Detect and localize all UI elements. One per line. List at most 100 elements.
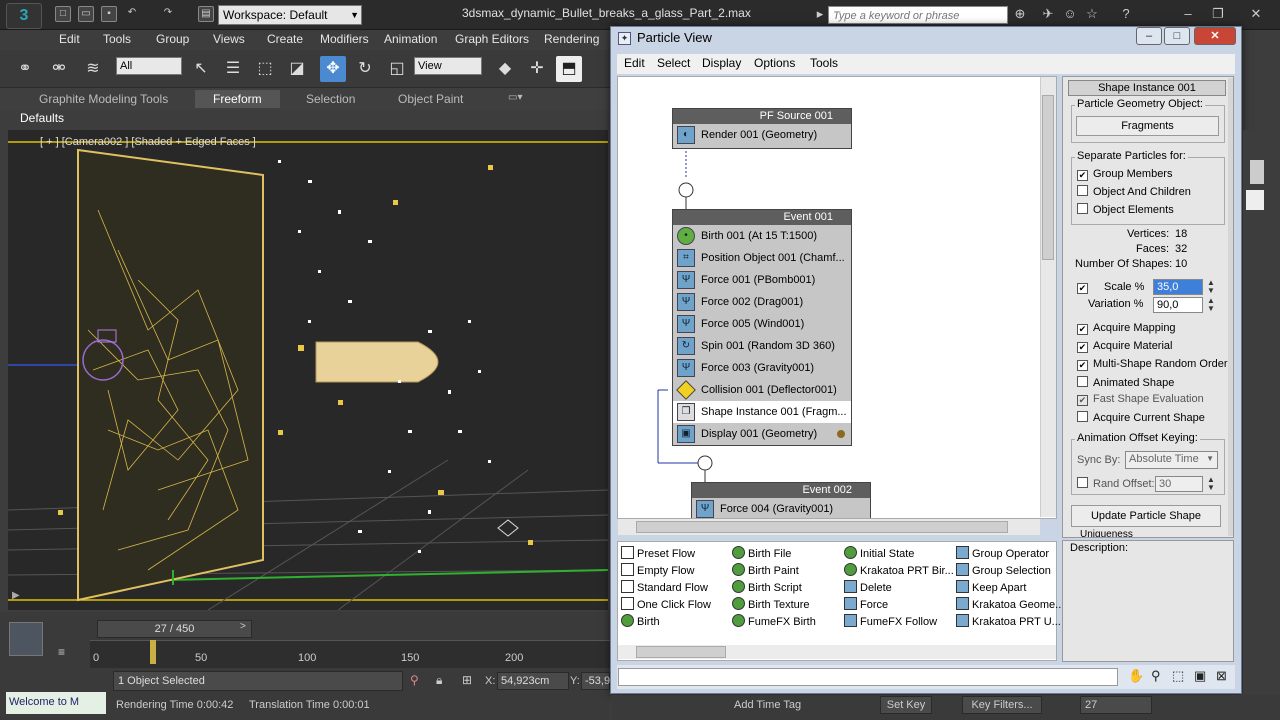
depot-item[interactable]: Birth Paint <box>732 563 799 577</box>
menu-animation[interactable]: Animation <box>384 32 437 46</box>
bind-space-warp-icon[interactable]: ≋ <box>80 56 106 82</box>
fast-shape-evaluation-checkbox[interactable]: ✔ Fast Shape Evaluation <box>1077 393 1204 406</box>
depot-item[interactable]: Birth Texture <box>732 597 810 611</box>
scroll-thumb[interactable] <box>636 521 1008 533</box>
operator-position-object[interactable]: ⌗ Position Object 001 (Chamf... <box>673 247 851 269</box>
help-icon[interactable]: ? <box>1118 6 1134 22</box>
event-001-header[interactable]: Event 001 <box>673 210 851 225</box>
y-coord-field[interactable]: -53,9 <box>581 672 610 690</box>
pin-icon[interactable]: ⚲ <box>410 673 419 687</box>
acquire-material-checkbox[interactable]: ✔ Acquire Material <box>1077 340 1172 353</box>
menu-modifiers[interactable]: Modifiers <box>320 32 369 46</box>
depot-item[interactable]: Delete <box>844 580 892 594</box>
person-icon[interactable]: ☺ <box>1062 6 1078 22</box>
spinner-arrows-icon[interactable]: ▲ ▼ <box>1207 297 1215 313</box>
scale-checkbox[interactable]: ✔ <box>1077 281 1093 294</box>
scroll-thumb[interactable] <box>636 646 726 658</box>
spinner-arrows-icon[interactable]: ▲ ▼ <box>1207 476 1215 492</box>
binoculars-icon[interactable]: ⊕ <box>1012 6 1028 22</box>
track-bar-icon[interactable]: ≡ <box>58 645 65 659</box>
add-time-tag[interactable]: Add Time Tag <box>734 699 801 711</box>
keyboard-shortcut-icon[interactable]: ⬒ <box>556 56 582 82</box>
search-input[interactable]: Type a keyword or phrase <box>828 6 1008 24</box>
tab-freeform[interactable]: Freeform <box>195 90 280 108</box>
update-particle-shape-button[interactable]: Update Particle Shape <box>1071 505 1221 527</box>
next-frame-icon[interactable]: > <box>240 621 246 632</box>
menu-edit[interactable]: Edit <box>59 32 80 46</box>
depot-item[interactable]: One Click Flow <box>621 597 711 611</box>
event-001-node[interactable]: Event 001 • Birth 001 (At 15 T:1500) ⌗ Pos… <box>672 209 852 446</box>
scale-spinner[interactable]: 35,0 <box>1153 279 1203 295</box>
communication-center-icon[interactable]: ✈ <box>1040 6 1056 22</box>
scroll-thumb[interactable] <box>1042 95 1054 260</box>
group-members-checkbox[interactable]: ✔ Group Members <box>1077 168 1172 181</box>
viewport-scene[interactable] <box>8 130 608 610</box>
depot-item[interactable]: FumeFX Birth <box>732 614 816 628</box>
menu-tools[interactable]: Tools <box>103 32 131 46</box>
project-folder-icon[interactable]: ▤ <box>198 6 214 22</box>
object-and-children-checkbox[interactable]: Object And Children <box>1077 185 1191 198</box>
pv-menu-select[interactable]: Select <box>657 56 690 70</box>
menu-rendering[interactable]: Rendering <box>544 32 599 46</box>
menu-create[interactable]: Create <box>267 32 303 46</box>
operator-spin[interactable]: ↻ Spin 001 (Random 3D 360) <box>673 335 851 357</box>
pivot-center-icon[interactable]: ◆ <box>492 56 518 82</box>
zoom-icon[interactable]: ⚲ <box>1151 668 1161 684</box>
arrow-right-icon[interactable]: ▸ <box>812 6 828 22</box>
rect-selection-icon[interactable]: ⬚ <box>252 56 278 82</box>
variation-spinner[interactable]: 90,0 <box>1153 297 1203 313</box>
pv-menu-options[interactable]: Options <box>754 56 795 70</box>
operator-force-001[interactable]: Ψ Force 001 (PBomb001) <box>673 269 851 291</box>
tab-object-paint[interactable]: Object Paint <box>398 92 463 106</box>
reference-coord-dropdown[interactable]: View <box>414 57 482 75</box>
tab-graphite-modeling-tools[interactable]: Graphite Modeling Tools <box>39 92 168 106</box>
sync-by-dropdown[interactable]: Absolute Time ▼ <box>1125 451 1218 469</box>
acquire-current-shape-checkbox[interactable]: Acquire Current Shape <box>1077 411 1205 424</box>
depot-item[interactable]: Keep Apart <box>956 580 1026 594</box>
acquire-mapping-checkbox[interactable]: ✔ Acquire Mapping <box>1077 322 1176 335</box>
time-slider[interactable]: 27 / 450 <box>97 620 252 638</box>
operator-display[interactable]: ▣ Display 001 (Geometry) <box>673 423 851 445</box>
depot-item[interactable]: Empty Flow <box>621 563 694 577</box>
animated-shape-checkbox[interactable]: Animated Shape <box>1077 376 1174 389</box>
object-elements-checkbox[interactable]: Object Elements <box>1077 203 1174 216</box>
rand-offset-spinner[interactable]: 30 <box>1155 476 1203 492</box>
depot-item[interactable]: Birth Script <box>732 580 802 594</box>
zoom-extents-icon[interactable]: ▣ <box>1194 668 1206 684</box>
x-coord-field[interactable]: 54,923cm <box>497 672 569 690</box>
close-icon[interactable]: ✕ <box>1194 27 1236 45</box>
workspace-dropdown[interactable]: Workspace: Default ▼ <box>218 5 362 25</box>
fragments-button[interactable]: Fragments <box>1076 116 1219 136</box>
pv-menu-edit[interactable]: Edit <box>624 56 645 70</box>
depot-item[interactable]: Krakatoa Geome... <box>956 597 1064 611</box>
window-crossing-icon[interactable]: ◪ <box>284 56 310 82</box>
display-color-swatch[interactable] <box>837 430 845 438</box>
key-filters-button[interactable]: Key Filters... <box>962 696 1042 714</box>
pf-source-header[interactable]: PF Source 001 <box>673 109 851 124</box>
event-002-node[interactable]: Event 002 Ψ Force 004 (Gravity001) <box>691 482 871 518</box>
select-by-name-icon[interactable]: ☰ <box>220 56 246 82</box>
mini-listener-icon[interactable] <box>9 622 43 656</box>
minimize-icon[interactable]: – <box>1180 6 1196 22</box>
panel-scrollbar[interactable] <box>1228 78 1233 536</box>
viewport-label[interactable]: [ + ] [Camera002 ] [Shaded + Edged Faces… <box>40 136 256 148</box>
scale-icon[interactable]: ◱ <box>384 56 410 82</box>
set-key-button[interactable]: Set Key <box>880 696 932 714</box>
depot-item[interactable]: Preset Flow <box>621 546 695 560</box>
depot-item[interactable]: Force <box>844 597 888 611</box>
operator-force-005[interactable]: Ψ Force 005 (Wind001) <box>673 313 851 335</box>
operator-birth[interactable]: • Birth 001 (At 15 T:1500) <box>673 225 851 247</box>
depot-item[interactable]: Group Operator <box>956 546 1049 560</box>
pv-menu-tools[interactable]: Tools <box>810 56 838 70</box>
lock-icon[interactable]: 🔒︎ <box>436 673 442 688</box>
redo-icon[interactable]: ↷ <box>160 6 176 22</box>
ribbon-options-icon[interactable]: ▭▾ <box>508 92 522 103</box>
select-manipulate-icon[interactable]: ✛ <box>524 56 550 82</box>
play-arrow-icon[interactable]: ▶ <box>12 590 20 601</box>
event-002-header[interactable]: Event 002 <box>692 483 870 498</box>
menu-group[interactable]: Group <box>156 32 189 46</box>
favorites-star-icon[interactable]: ☆ <box>1084 6 1100 22</box>
close-icon[interactable]: ✕ <box>1248 6 1264 22</box>
event-display[interactable]: PF Source 001 ◐ Render 001 (Geometry) Eve… <box>617 76 1057 519</box>
menu-graph-editors[interactable]: Graph Editors <box>455 32 529 46</box>
